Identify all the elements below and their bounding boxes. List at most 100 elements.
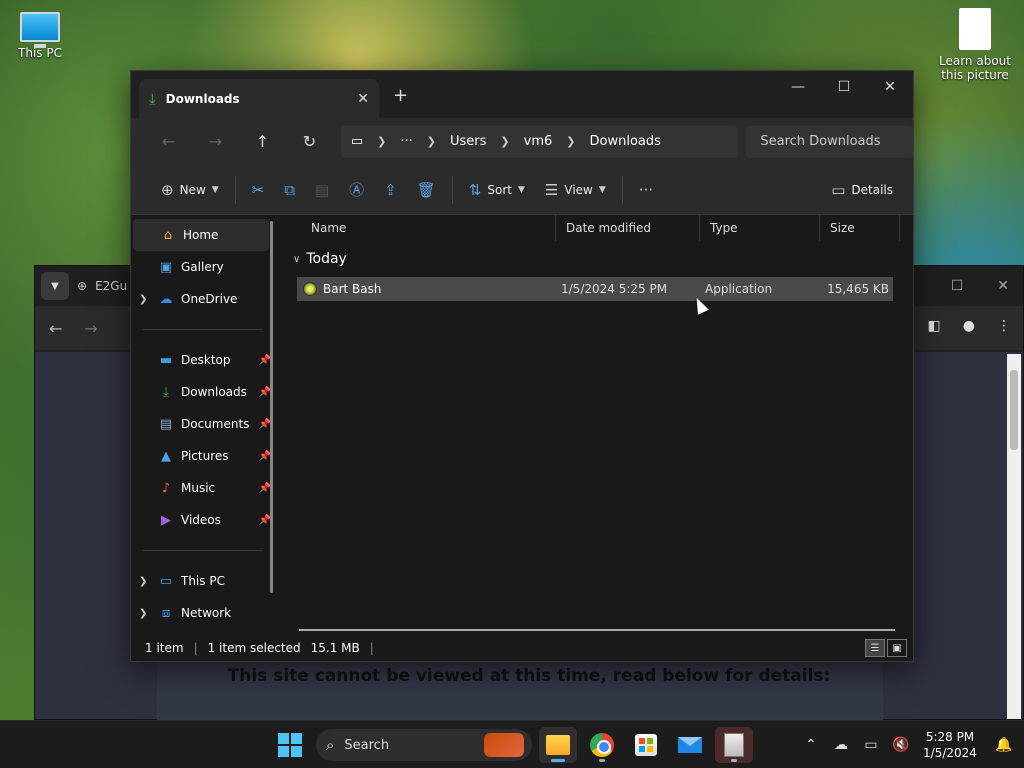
cloud-icon: ☁ [159,291,173,307]
search-input[interactable]: Search Downloads [746,125,913,158]
network-icon: ⧈ [161,605,171,621]
share-button[interactable]: ⇪ [374,173,407,207]
minimize-button[interactable]: — [775,71,821,103]
computer-icon: ▭ [350,134,364,149]
mail-icon [678,737,702,753]
sidebar-item-this-pc[interactable]: ❯ ▭ This PC [131,565,281,597]
breadcrumb-downloads[interactable]: Downloads [590,134,661,149]
sidebar-scrollbar[interactable] [270,221,273,593]
new-tab-button[interactable]: + [393,85,408,106]
menu-icon[interactable]: ⋮ [997,318,1011,334]
pictures-icon: ▲ [161,448,171,464]
forward-icon[interactable]: → [84,319,97,338]
sidebar-item-home[interactable]: ⌂ Home [133,219,269,251]
sidebar-item-label: Gallery [181,260,224,274]
taskbar: ⌕ Search ⌃ ☁ ▭ 🔇 5:28 PM 1/5/2024 🔔 [0,720,1024,768]
clock[interactable]: 5:28 PM 1/5/2024 [916,729,984,761]
clock-date: 1/5/2024 [923,746,977,760]
maximize-icon[interactable]: ☐ [951,278,964,294]
address-bar[interactable]: ▭ ❯ ··· ❯ Users ❯ vm6 ❯ Downloads [340,125,739,158]
column-date[interactable]: Date modified [556,214,700,241]
browser-tab[interactable]: ⊕ E2Gu [77,279,127,293]
start-button[interactable] [278,733,302,757]
column-type[interactable]: Type [700,214,820,241]
group-label: Today [306,251,347,267]
taskbar-chrome[interactable] [583,727,621,763]
sidebar-item-label: Pictures [181,449,229,463]
column-size[interactable]: Size [820,214,900,241]
sidebar-item-pictures[interactable]: ▲ Pictures 📌 [131,440,281,472]
maximize-button[interactable]: ☐ [821,71,867,103]
chevron-up-icon[interactable]: ⌃ [796,737,826,753]
taskbar-store[interactable] [627,727,665,763]
tab-search-button[interactable]: ▼ [41,272,69,300]
volume-icon[interactable]: 🔇 [886,737,916,753]
tiles-view-icon[interactable]: ▣ [887,639,907,657]
breadcrumb-users[interactable]: Users [450,134,486,149]
sidebar-item-documents[interactable]: ▤ Documents 📌 [131,408,281,440]
taskbar-file-explorer[interactable] [539,727,577,763]
taskbar-archiver[interactable] [715,727,753,763]
onedrive-icon[interactable]: ☁ [826,737,856,753]
horizontal-scrollbar[interactable] [299,629,895,631]
chevron-right-icon: ❯ [566,135,576,148]
sidebar-item-label: Home [183,228,219,242]
sort-button[interactable]: ⇅ Sort ▼ [459,173,535,207]
close-button[interactable]: ✕ [867,71,913,103]
network-icon[interactable]: ▭ [856,737,886,753]
forward-icon[interactable]: → [192,132,239,151]
store-icon [635,734,657,756]
explorer-titlebar: ⤓ Downloads ✕ + — ☐ ✕ [131,71,913,118]
sidebar-item-onedrive[interactable]: ❯ ☁ OneDrive [131,283,281,315]
sidebar-item-music[interactable]: ♪ Music 📌 [131,472,281,504]
group-header[interactable]: ∨ Today [281,245,913,273]
chevron-right-icon[interactable]: ❯ [139,608,151,619]
close-tab-icon[interactable]: ✕ [357,91,369,107]
column-name[interactable]: Name [281,214,556,241]
view-button[interactable]: ☰ View ▼ [535,173,616,207]
details-button[interactable]: ▭ Details [821,173,903,207]
copy-button[interactable]: ⧉ [274,173,305,207]
rename-button[interactable]: Ⓐ [339,173,374,207]
up-icon[interactable]: ↑ [239,132,286,151]
back-icon[interactable]: ← [49,319,62,338]
back-icon[interactable]: ← [145,132,192,151]
sidebar-icon[interactable]: ◧ [928,318,941,334]
sidebar-item-videos[interactable]: ▶ Videos 📌 [131,504,281,536]
sidebar-item-gallery[interactable]: ▣ Gallery [131,251,281,283]
paste-button[interactable]: ▤ [305,173,339,207]
sidebar-item-downloads[interactable]: ⤓ Downloads 📌 [131,376,281,408]
chrome-icon [590,733,614,757]
details-view-icon[interactable]: ☰ [865,639,885,657]
paste-icon: ▤ [314,180,330,199]
refresh-icon[interactable]: ↻ [286,132,333,151]
desktop-icon-label: This PC [18,46,62,60]
folder-icon [546,735,570,755]
delete-button[interactable]: 🗑 [407,173,446,207]
profile-icon[interactable]: ● [963,318,975,334]
taskbar-search[interactable]: ⌕ Search [316,729,532,761]
new-button[interactable]: ⊕ New ▼ [151,173,229,207]
desktop-icon-this-pc[interactable]: This PC [0,12,80,60]
desktop-icon-learn-picture[interactable]: Learn about this picture [936,8,1014,82]
more-options-button[interactable]: ··· [629,173,663,207]
file-row[interactable]: Bart Bash 1/5/2024 5:25 PM Application 1… [297,277,893,301]
sidebar-item-network[interactable]: ❯ ⧈ Network [131,597,281,629]
download-icon: ⤓ [163,384,169,400]
breadcrumb-vm6[interactable]: vm6 [524,134,553,149]
close-icon[interactable]: ✕ [997,278,1009,294]
sidebar-item-label: Music [181,481,216,495]
chevron-right-icon[interactable]: ❯ [139,294,151,305]
search-icon: ⌕ [326,736,335,754]
chevron-right-icon[interactable]: ❯ [139,576,151,587]
video-icon: ▶ [161,512,171,528]
explorer-tab[interactable]: ⤓ Downloads ✕ [139,79,379,118]
cut-button[interactable]: ✂ [242,173,275,207]
more-icon[interactable]: ··· [400,134,412,149]
browser-scrollbar[interactable] [1007,354,1021,719]
taskbar-mail[interactable] [671,727,709,763]
notification-bell-icon[interactable]: 🔔 [984,737,1024,753]
item-count: 1 item [145,641,184,655]
sidebar-item-desktop[interactable]: ▬ Desktop 📌 [131,344,281,376]
chevron-down-icon: ∨ [293,253,301,265]
